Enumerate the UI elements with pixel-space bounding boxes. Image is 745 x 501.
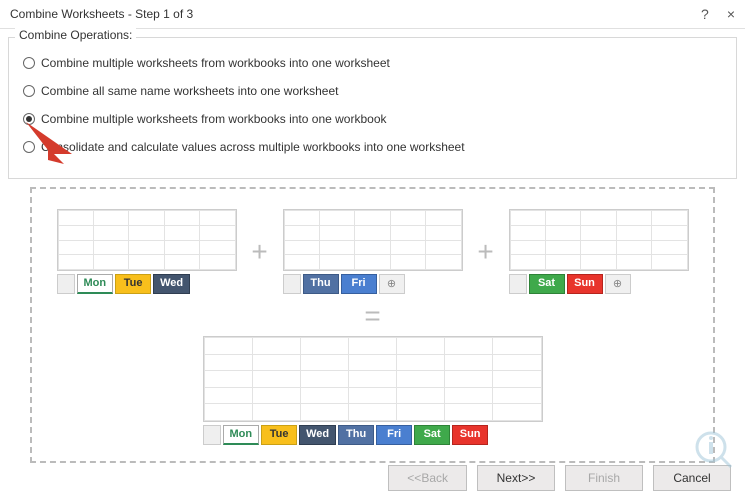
- tab-thu: Thu: [338, 425, 374, 445]
- radio-icon: [23, 57, 35, 69]
- radio-label: Combine multiple worksheets from workboo…: [41, 112, 387, 126]
- radio-label: Consolidate and calculate values across …: [41, 140, 465, 154]
- workbook-result: Mon Tue Wed Thu Fri Sat Sun: [203, 336, 543, 445]
- tab-blank: [57, 274, 75, 294]
- tab-sun: Sun: [567, 274, 603, 294]
- window-title: Combine Worksheets - Step 1 of 3: [10, 7, 193, 21]
- tab-wed: Wed: [299, 425, 336, 445]
- tab-sun: Sun: [452, 425, 488, 445]
- tab-mon: Mon: [77, 274, 114, 294]
- workbook-2: Thu Fri ⊕: [283, 209, 463, 294]
- titlebar: Combine Worksheets - Step 1 of 3 ? ×: [0, 0, 745, 29]
- tab-fri: Fri: [376, 425, 412, 445]
- combine-operations-group: Combine Operations: Combine multiple wor…: [8, 37, 737, 179]
- tab-add-icon: ⊕: [605, 274, 631, 294]
- next-button[interactable]: Next>>: [477, 465, 555, 491]
- tab-wed: Wed: [153, 274, 190, 294]
- tab-blank: [509, 274, 527, 294]
- radio-icon: [23, 113, 35, 125]
- grid-icon: [509, 209, 689, 271]
- diagram: Mon Tue Wed + Thu Fri ⊕ + Sat Sun ⊕: [30, 187, 715, 463]
- workbook-1: Mon Tue Wed: [57, 209, 237, 294]
- option-one-worksheet[interactable]: Combine multiple worksheets from workboo…: [23, 56, 726, 70]
- grid-icon: [57, 209, 237, 271]
- option-consolidate[interactable]: Consolidate and calculate values across …: [23, 140, 726, 154]
- window-controls: ? ×: [701, 6, 735, 22]
- button-bar: <<Back Next>> Finish Cancel: [388, 465, 731, 491]
- tab-tue: Tue: [261, 425, 297, 445]
- grid-icon: [283, 209, 463, 271]
- group-legend: Combine Operations:: [15, 28, 136, 42]
- tab-mon: Mon: [223, 425, 260, 445]
- back-button[interactable]: <<Back: [388, 465, 467, 491]
- tab-add-icon: ⊕: [379, 274, 405, 294]
- tab-tue: Tue: [115, 274, 151, 294]
- grid-icon: [203, 336, 543, 422]
- tab-thu: Thu: [303, 274, 339, 294]
- radio-icon: [23, 85, 35, 97]
- option-one-workbook[interactable]: Combine multiple worksheets from workboo…: [23, 112, 726, 126]
- workbook-3: Sat Sun ⊕: [509, 209, 689, 294]
- radio-icon: [23, 141, 35, 153]
- radio-label: Combine multiple worksheets from workboo…: [41, 56, 390, 70]
- plus-icon: +: [245, 238, 275, 266]
- tab-sat: Sat: [529, 274, 565, 294]
- close-icon[interactable]: ×: [727, 6, 735, 22]
- plus-icon: +: [471, 238, 501, 266]
- tab-sat: Sat: [414, 425, 450, 445]
- option-same-name[interactable]: Combine all same name worksheets into on…: [23, 84, 726, 98]
- radio-label: Combine all same name worksheets into on…: [41, 84, 338, 98]
- help-icon[interactable]: ?: [701, 6, 709, 22]
- tab-fri: Fri: [341, 274, 377, 294]
- tab-blank: [203, 425, 221, 445]
- cancel-button[interactable]: Cancel: [653, 465, 731, 491]
- finish-button[interactable]: Finish: [565, 465, 643, 491]
- tab-blank: [283, 274, 301, 294]
- equals-icon: =: [358, 302, 388, 330]
